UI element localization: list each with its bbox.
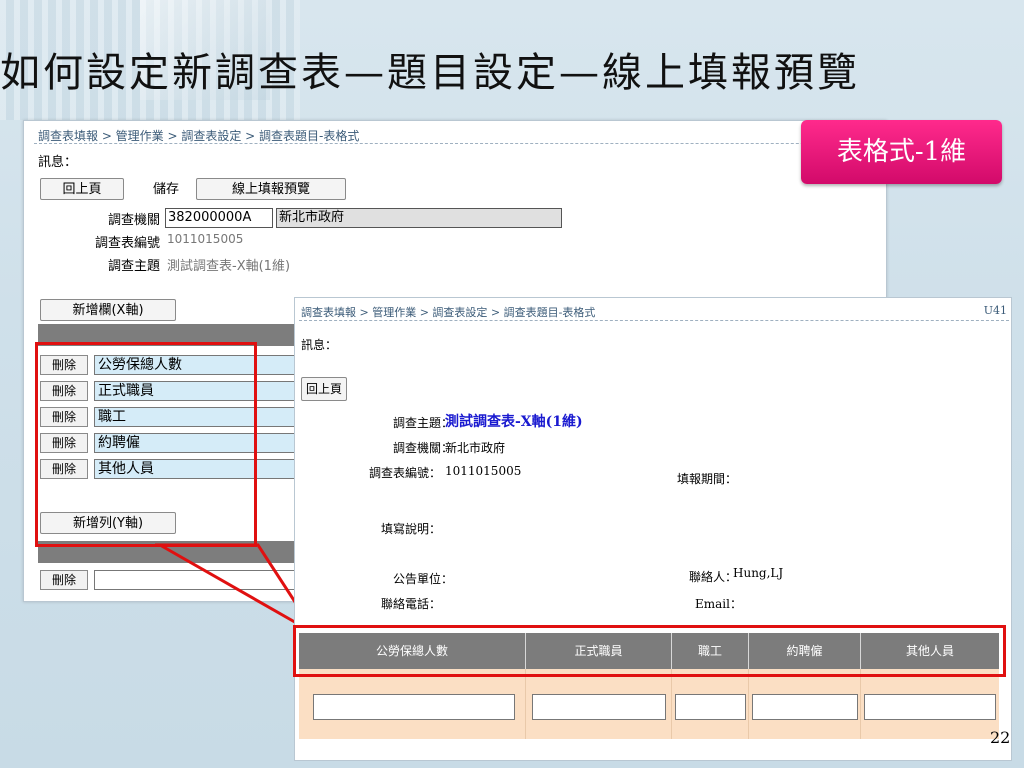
corner-code: U41	[983, 304, 1007, 317]
value-input[interactable]	[532, 694, 666, 720]
page-number: 22	[990, 728, 1011, 747]
email-label: Email：	[695, 597, 742, 611]
table-cell	[672, 669, 749, 739]
value-input[interactable]	[313, 694, 515, 720]
table-cell	[299, 669, 526, 739]
divider	[299, 320, 1009, 321]
value-input[interactable]	[752, 694, 858, 720]
table-cell	[861, 669, 999, 739]
table-cell	[749, 669, 861, 739]
highlight-box	[293, 625, 1006, 677]
contact-label: 聯絡人：	[689, 570, 738, 584]
message-label: 訊息：	[301, 338, 338, 352]
badge: 表格式-1維	[801, 120, 1002, 184]
agency-value: 新北市政府	[445, 441, 506, 455]
phone-label: 聯絡電話：	[381, 597, 442, 611]
table-cell	[526, 669, 672, 739]
value-input[interactable]	[864, 694, 996, 720]
unit-label: 公告單位：	[393, 572, 454, 586]
back-button[interactable]: 回上頁	[301, 377, 347, 401]
breadcrumb: 調查表填報 > 管理作業 > 調查表設定 > 調查表題目-表格式	[301, 306, 596, 319]
contact-value: Hung,LJ	[733, 566, 784, 580]
table-row	[299, 669, 999, 739]
topic-label: 調查主題：	[393, 416, 454, 430]
survey-no-value: 1011015005	[445, 464, 522, 478]
survey-no-label: 調查表編號：	[369, 466, 442, 480]
topic-value: 測試調查表-X軸(1維)	[445, 414, 583, 430]
agency-label: 調查機關：	[393, 441, 454, 455]
instruction-label: 填寫說明：	[381, 522, 442, 536]
preview-window: 調查表填報 > 管理作業 > 調查表設定 > 調查表題目-表格式 U41 訊息：…	[294, 297, 1012, 761]
value-input[interactable]	[675, 694, 746, 720]
period-label: 填報期間：	[677, 472, 738, 486]
